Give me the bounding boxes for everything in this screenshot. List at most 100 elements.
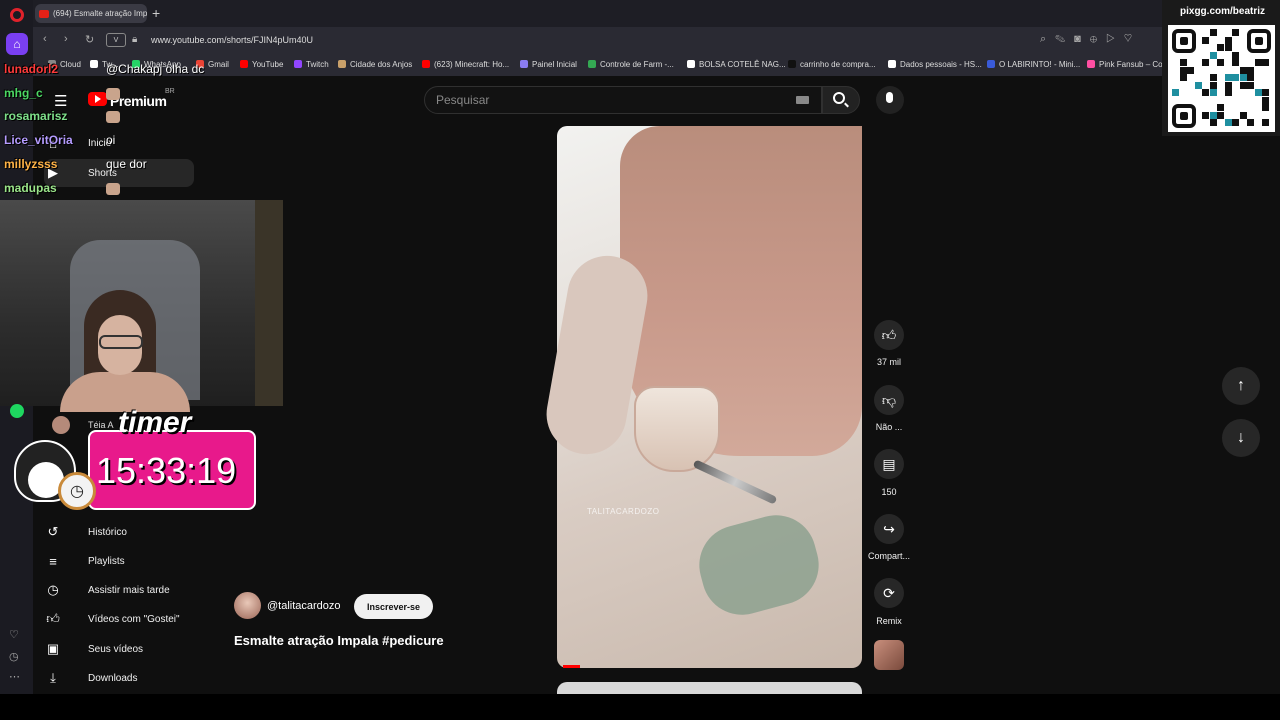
bookmark-favicon-icon [788, 60, 796, 68]
qr-module [1262, 96, 1269, 104]
home-icon[interactable]: ⌂ [6, 33, 28, 55]
comment-icon: ▤ [882, 455, 896, 472]
video-progress-bar[interactable] [563, 665, 580, 668]
qr-module [1179, 59, 1187, 66]
qr-module [1262, 59, 1269, 66]
mic-icon [886, 92, 893, 103]
bookmark-item[interactable]: Cidade dos Anjos [338, 60, 412, 69]
qr-module [1232, 59, 1239, 66]
qr-module [1209, 119, 1217, 126]
search-icon [833, 92, 845, 104]
back-icon[interactable]: ‹ [43, 33, 47, 45]
bookmark-item[interactable]: Pink Fansub – Co [1087, 60, 1163, 69]
qr-module [1247, 66, 1254, 74]
qr-module [1224, 44, 1232, 51]
bookmark-item[interactable]: BOLSA COTELÊ NAG... [687, 60, 786, 69]
channel-avatar[interactable] [234, 592, 261, 619]
taskbar [0, 694, 1280, 720]
chat-username: mhg_c [4, 86, 43, 100]
sidebar-item-your-videos[interactable]: ▣ Seus vídeos [44, 635, 194, 663]
qr-module [1209, 81, 1217, 89]
qr-module [1194, 81, 1202, 89]
sidebar-item-liked[interactable]: 👍︎ Vídeos com "Gostei" [44, 605, 194, 633]
lock-icon[interactable]: 🔒︎ [132, 34, 137, 45]
url-field[interactable]: www.youtube.com/shorts/FJIN4pUm40U [151, 35, 313, 45]
subscribe-button[interactable]: Inscrever-se [354, 594, 433, 619]
bookmark-item[interactable]: Twitch [294, 60, 329, 69]
bookmark-label: Twitch [306, 60, 329, 69]
share-button[interactable]: ↪ [874, 514, 904, 544]
comments-button[interactable]: ▤ [874, 449, 904, 479]
bookmark-item[interactable]: Painel Inicial [520, 60, 577, 69]
tab-title: (694) Esmalte atração Imp [53, 9, 147, 18]
bookmark-favicon-icon [422, 60, 430, 68]
sidebar-item-watch-later[interactable]: ◷ Assistir mais tarde [44, 576, 194, 604]
bookmark-label: (623) Minecraft: Ho... [434, 60, 510, 69]
reload-icon[interactable]: ↻ [85, 33, 94, 46]
qr-module [1262, 119, 1269, 126]
opera-logo-icon[interactable] [10, 8, 24, 22]
bookmark-item[interactable]: (623) Minecraft: Ho... [422, 60, 509, 69]
bookmark-label: Painel Inicial [532, 60, 577, 69]
thumbs-up-icon: 👍︎ [46, 611, 60, 626]
channel-handle[interactable]: @talitacardozo [267, 600, 341, 612]
download-icon: ⤓ [50, 670, 56, 685]
previous-short-button[interactable]: ↑ [1222, 367, 1260, 405]
youtube-logo-icon[interactable] [88, 92, 107, 106]
dislike-label: Não ... [875, 422, 903, 432]
video-title[interactable]: Esmalte atração Impala #pedicure [234, 633, 444, 648]
more-icon[interactable]: ⋯ [9, 670, 20, 683]
qr-module [1254, 89, 1262, 96]
next-short-button[interactable]: ↓ [1222, 419, 1260, 457]
subscription-name[interactable]: Téia A [88, 420, 114, 430]
qr-eye [1247, 29, 1271, 53]
subscription-avatar[interactable] [52, 416, 70, 434]
bookmark-item[interactable]: Controle de Farm -... [588, 60, 674, 69]
like-count: 37 mil [876, 357, 901, 367]
remix-button[interactable]: ⟳ [874, 578, 904, 608]
bookmark-favicon-icon [687, 60, 695, 68]
bookmark-item[interactable]: Dados pessoais - HS... [888, 60, 982, 69]
tab-active[interactable]: (694) Esmalte atração Imp [35, 4, 147, 23]
qr-module [1254, 59, 1262, 66]
qr-module [1179, 74, 1187, 81]
like-button[interactable]: 👍︎ [874, 320, 904, 350]
spotify-icon [10, 404, 24, 418]
share-label: Compart... [867, 551, 910, 561]
new-tab-button[interactable]: + [152, 5, 160, 21]
bookmark-label: Pink Fansub – Co [1099, 60, 1163, 69]
bookmark-item[interactable]: O LABIRINTO! - Mini... [987, 60, 1080, 69]
chat-username: Lice_vitOria [4, 133, 73, 147]
heart-icon[interactable]: ♡ [9, 628, 19, 641]
bookmark-favicon-icon [520, 60, 528, 68]
menu-icon[interactable]: ☰ [54, 92, 67, 110]
sidebar-item-downloads[interactable]: ⤓ Downloads [44, 664, 194, 692]
country-code: BR [165, 88, 175, 95]
bookmark-label: Cidade dos Anjos [350, 60, 413, 69]
sidebar-item-playlists[interactable]: ≡ Playlists [44, 547, 194, 575]
address-bar-actions[interactable]: ⌕✎◙⊕▷♡ [1040, 33, 1141, 46]
timer-value: 15:33:19 [96, 450, 237, 491]
bookmark-label: YouTube [252, 60, 284, 69]
qr-module [1224, 89, 1232, 96]
thumbs-down-icon: 👎︎ [881, 391, 897, 408]
forward-icon[interactable]: › [64, 33, 68, 45]
qr-code [1168, 25, 1275, 132]
history-icon[interactable]: ◷ [9, 650, 19, 663]
next-short-preview[interactable] [557, 682, 862, 694]
bookmark-item[interactable]: carrinho de compra... [788, 60, 876, 69]
search-placeholder: Pesquisar [436, 93, 490, 107]
sound-thumbnail[interactable] [874, 640, 904, 670]
qr-module [1202, 89, 1209, 96]
chat-username: millyzsss [4, 157, 58, 171]
keyboard-icon[interactable] [796, 96, 809, 104]
bookmark-item[interactable]: YouTube [240, 60, 283, 69]
chat-message: @Chakapj olha dc [106, 62, 205, 76]
sidebar-item-history[interactable]: ↺ Histórico [44, 518, 194, 546]
qr-module [1202, 111, 1209, 119]
vpn-badge[interactable]: V [106, 33, 126, 47]
qr-label: pixgg.com/beatriz [1180, 6, 1266, 17]
bookmark-favicon-icon [1087, 60, 1095, 68]
qr-module [1209, 89, 1217, 96]
dislike-button[interactable]: 👎︎ [874, 385, 904, 415]
